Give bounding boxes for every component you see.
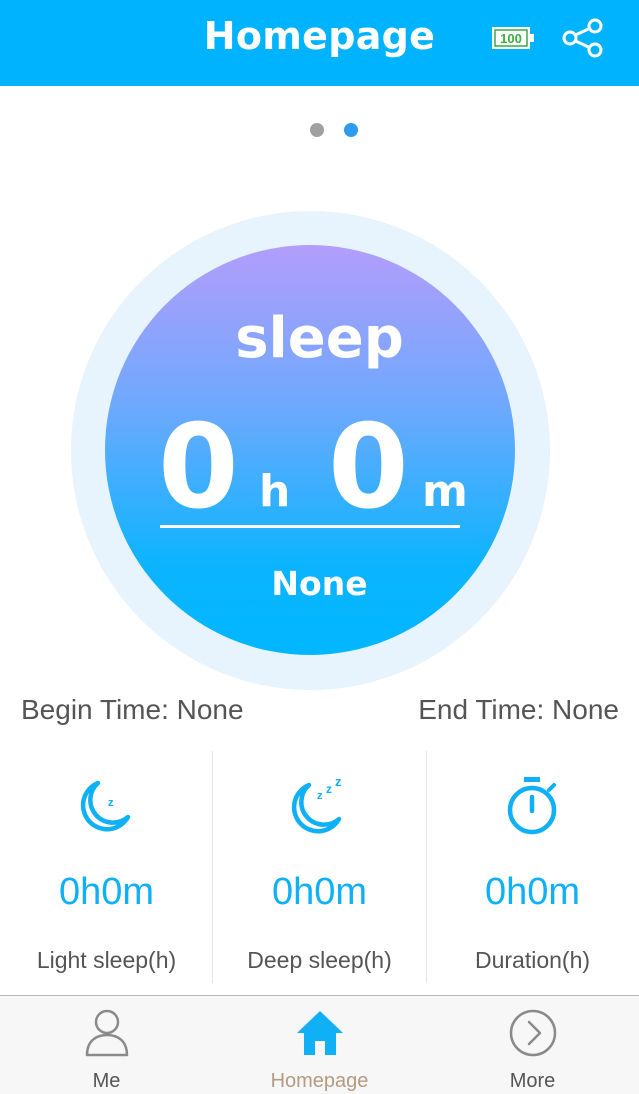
tab-me[interactable]: Me: [0, 996, 213, 1094]
end-time: End Time: None: [418, 694, 619, 725]
moon-icon: z: [76, 775, 136, 837]
stopwatch-icon: [502, 775, 562, 837]
begin-time: Begin Time: None: [21, 694, 244, 725]
sleep-quality: None: [271, 564, 368, 603]
tab-bar: Me Homepage More: [0, 995, 639, 1094]
top-bar: Homepage 100: [0, 0, 639, 86]
page-indicator[interactable]: [310, 123, 370, 139]
tab-more[interactable]: More: [426, 996, 639, 1094]
sleep-stats: z 0h0m Light sleep(h) z z z 0h0m Deep sl…: [0, 751, 639, 983]
page-dot-2-active[interactable]: [344, 123, 358, 137]
person-icon: [82, 1008, 132, 1058]
page-title: Homepage: [203, 14, 436, 58]
svg-text:z: z: [326, 782, 332, 796]
stat-light-sleep: z 0h0m Light sleep(h): [0, 751, 213, 983]
svg-text:z: z: [335, 775, 342, 789]
light-sleep-value: 0h0m: [58, 871, 155, 913]
sleep-hours-unit: h: [259, 466, 291, 517]
battery-icon: 100: [492, 27, 534, 49]
duration-value: 0h0m: [484, 871, 581, 913]
svg-text:z: z: [317, 790, 323, 802]
page-dot-1[interactable]: [310, 123, 324, 137]
sleep-minutes-value: 0: [328, 400, 409, 535]
deep-sleep-label: Deep sleep(h): [247, 947, 392, 973]
stat-duration: 0h0m Duration(h): [426, 751, 639, 983]
sleep-title: sleep: [235, 306, 404, 371]
light-sleep-label: Light sleep(h): [36, 947, 177, 973]
tab-homepage[interactable]: Homepage: [213, 996, 426, 1094]
tab-me-label: Me: [92, 1070, 121, 1092]
deep-sleep-value: 0h0m: [271, 871, 368, 913]
home-icon: [295, 1008, 345, 1058]
tab-more-label: More: [509, 1070, 556, 1092]
tab-homepage-label: Homepage: [270, 1070, 369, 1092]
stat-deep-sleep: z z z 0h0m Deep sleep(h): [213, 751, 426, 983]
stat-separator: [426, 751, 427, 983]
moon-zzz-icon: z z z: [289, 774, 349, 837]
share-icon[interactable]: [561, 18, 605, 58]
battery-level: 100: [500, 31, 522, 46]
chevron-right-circle-icon: [508, 1008, 558, 1058]
sleep-divider: [160, 525, 460, 528]
sleep-hours-value: 0: [158, 400, 239, 535]
sleep-minutes-unit: m: [422, 466, 468, 517]
duration-label: Duration(h): [474, 947, 591, 973]
svg-text:z: z: [108, 797, 114, 809]
stat-separator: [212, 751, 213, 983]
